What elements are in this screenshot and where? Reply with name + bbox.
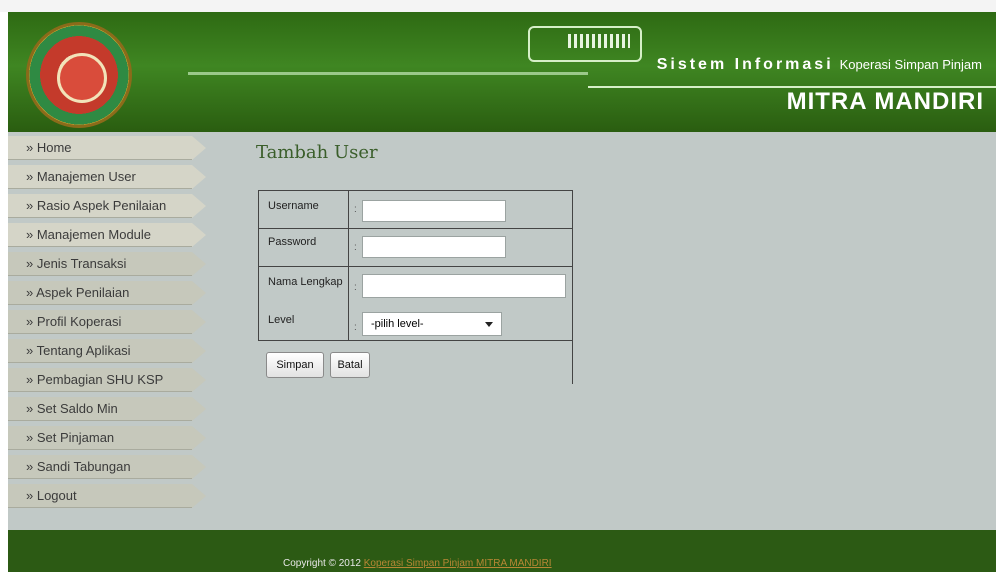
sidebar-item-logout[interactable]: » Logout: [8, 484, 206, 508]
form-border-right: [572, 190, 573, 384]
level-select-value: -pilih level-: [371, 318, 424, 330]
copyright-label: Copyright © 2012: [283, 558, 361, 569]
chevron-down-icon: [485, 322, 493, 327]
app-title-main: Sistem Informasi: [656, 56, 834, 73]
password-input[interactable]: [362, 236, 506, 258]
header-banner: Sistem Informasi Koperasi Simpan Pinjam M…: [8, 12, 996, 132]
page-title: Tambah User: [256, 142, 378, 163]
form-border-left: [258, 190, 259, 340]
form-row-divider: [258, 340, 572, 341]
nama-lengkap-input[interactable]: [362, 274, 566, 298]
app-title: Sistem Informasi Koperasi Simpan Pinjam: [657, 56, 982, 74]
app-title-rest: Koperasi Simpan Pinjam: [839, 57, 982, 72]
decorative-line: [188, 72, 588, 75]
form-row-divider: [258, 228, 572, 229]
form-column-divider: [348, 190, 349, 340]
sidebar-nav: » Home » Manajemen User » Rasio Aspek Pe…: [8, 132, 206, 513]
sidebar-item-jenis-transaksi[interactable]: » Jenis Transaksi: [8, 252, 206, 276]
app-subtitle: MITRA MANDIRI: [786, 88, 984, 115]
sidebar-item-aspek-penilaian[interactable]: » Aspek Penilaian: [8, 281, 206, 305]
form-row-divider: [258, 266, 572, 267]
sidebar-item-set-pinjaman[interactable]: » Set Pinjaman: [8, 426, 206, 450]
form-border-top: [258, 190, 572, 191]
add-user-form: Username : Password : Nama Lengkap : Lev…: [258, 190, 573, 384]
logo-emblem: [57, 53, 107, 103]
sidebar-item-home[interactable]: » Home: [8, 136, 206, 160]
sidebar-item-pembagian-shu[interactable]: » Pembagian SHU KSP: [8, 368, 206, 392]
main-area: » Home » Manajemen User » Rasio Aspek Pe…: [8, 132, 996, 530]
nama-lengkap-label: Nama Lengkap: [268, 276, 343, 288]
sidebar-item-tentang-aplikasi[interactable]: » Tentang Aplikasi: [8, 339, 206, 363]
level-label: Level: [268, 314, 295, 326]
sidebar-item-set-saldo-min[interactable]: » Set Saldo Min: [8, 397, 206, 421]
sidebar-item-rasio-aspek-penilaian[interactable]: » Rasio Aspek Penilaian: [8, 194, 206, 218]
decorative-barcode: [568, 34, 630, 48]
sidebar-item-manajemen-user[interactable]: » Manajemen User: [8, 165, 206, 189]
username-input[interactable]: [362, 200, 506, 222]
level-colon: :: [354, 322, 357, 333]
footer: Copyright © 2012 Koperasi Simpan Pinjam …: [8, 530, 996, 572]
sidebar-item-manajemen-module[interactable]: » Manajemen Module: [8, 223, 206, 247]
username-colon: :: [354, 204, 357, 215]
sidebar-item-sandi-tabungan[interactable]: » Sandi Tabungan: [8, 455, 206, 479]
top-band: [0, 0, 996, 12]
copyright-text: Copyright © 2012 Koperasi Simpan Pinjam …: [283, 558, 552, 569]
password-colon: :: [354, 242, 357, 253]
cancel-button[interactable]: Batal: [330, 352, 370, 378]
nama-lengkap-colon: :: [354, 282, 357, 293]
save-button[interactable]: Simpan: [266, 352, 324, 378]
password-label: Password: [268, 236, 317, 248]
cooperative-logo: [26, 22, 132, 128]
footer-link[interactable]: Koperasi Simpan Pinjam MITRA MANDIRI: [364, 558, 552, 569]
level-select[interactable]: -pilih level-: [362, 312, 502, 336]
username-label: Username: [268, 200, 319, 212]
sidebar-item-profil-koperasi[interactable]: » Profil Koperasi: [8, 310, 206, 334]
